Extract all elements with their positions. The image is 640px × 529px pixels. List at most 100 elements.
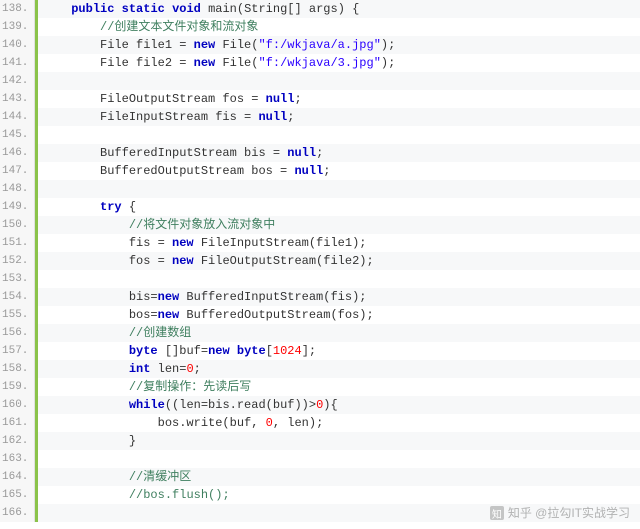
code-token: new xyxy=(194,38,216,52)
code-token: ){ xyxy=(323,398,337,412)
code-token: new xyxy=(194,56,216,70)
code-line: byte []buf=new byte[1024]; xyxy=(38,342,640,360)
code-token: BufferedInputStream(fis); xyxy=(179,290,366,304)
code-token: { xyxy=(122,200,136,214)
code-line: bos.write(buf, 0, len); xyxy=(38,414,640,432)
line-number: 158. xyxy=(2,360,28,378)
code-token xyxy=(42,506,49,520)
code-line: File file2 = new File("f:/wkjava/3.jpg")… xyxy=(38,54,640,72)
line-number: 138. xyxy=(2,0,28,18)
code-token xyxy=(114,2,121,16)
code-token: ; xyxy=(194,362,201,376)
code-token xyxy=(42,74,49,88)
line-number: 163. xyxy=(2,450,28,468)
code-token: null xyxy=(287,146,316,160)
code-token: new xyxy=(158,308,180,322)
line-number: 152. xyxy=(2,252,28,270)
line-number: 150. xyxy=(2,216,28,234)
line-number: 159. xyxy=(2,378,28,396)
code-token: //将文件对象放入流对象中 xyxy=(129,218,275,232)
code-line: BufferedInputStream bis = null; xyxy=(38,144,640,162)
line-number: 141. xyxy=(2,54,28,72)
code-token: BufferedOutputStream bos = xyxy=(42,164,294,178)
line-number: 153. xyxy=(2,270,28,288)
line-number: 155. xyxy=(2,306,28,324)
code-token: void xyxy=(172,2,201,16)
code-token: byte xyxy=(237,344,266,358)
code-token: } xyxy=(42,434,136,448)
code-token xyxy=(230,344,237,358)
code-token xyxy=(42,380,128,394)
code-token: FileOutputStream(file2); xyxy=(194,254,374,268)
code-token: bis= xyxy=(42,290,157,304)
code-token: //清缓冲区 xyxy=(129,470,191,484)
code-token: 0 xyxy=(186,362,193,376)
line-number: 166. xyxy=(2,504,28,522)
code-token xyxy=(42,326,128,340)
line-number: 164. xyxy=(2,468,28,486)
code-line: BufferedOutputStream bos = null; xyxy=(38,162,640,180)
code-token: ]; xyxy=(302,344,316,358)
line-number: 140. xyxy=(2,36,28,54)
code-line: } xyxy=(38,432,640,450)
code-token: ; xyxy=(316,146,323,160)
code-token: fos = xyxy=(42,254,172,268)
code-line: FileInputStream fis = null; xyxy=(38,108,640,126)
code-token: ; xyxy=(294,92,301,106)
code-token xyxy=(42,128,49,142)
code-line: //将文件对象放入流对象中 xyxy=(38,216,640,234)
code-content: public static void main(String[] args) {… xyxy=(35,0,640,522)
code-token: FileInputStream fis = xyxy=(42,110,258,124)
code-token: "f:/wkjava/a.jpg" xyxy=(258,38,380,52)
code-token: new xyxy=(172,254,194,268)
line-number: 162. xyxy=(2,432,28,450)
code-line: while((len=bis.read(buf))>0){ xyxy=(38,396,640,414)
code-token: public xyxy=(71,2,114,16)
line-number: 143. xyxy=(2,90,28,108)
line-number: 146. xyxy=(2,144,28,162)
code-token: len= xyxy=(150,362,186,376)
line-number: 142. xyxy=(2,72,28,90)
code-line xyxy=(38,270,640,288)
line-number: 148. xyxy=(2,180,28,198)
code-line xyxy=(38,126,640,144)
code-line xyxy=(38,72,640,90)
code-line: fis = new FileInputStream(file1); xyxy=(38,234,640,252)
code-line: try { xyxy=(38,198,640,216)
code-token: new xyxy=(172,236,194,250)
code-token: bos= xyxy=(42,308,157,322)
code-token xyxy=(42,272,49,286)
code-token xyxy=(42,344,128,358)
line-number: 139. xyxy=(2,18,28,36)
code-token xyxy=(42,398,128,412)
line-number: 151. xyxy=(2,234,28,252)
code-token: null xyxy=(258,110,287,124)
code-block: 138.139.140.141.142.143.144.145.146.147.… xyxy=(0,0,640,522)
code-line: //创建数组 xyxy=(38,324,640,342)
code-token xyxy=(42,362,128,376)
code-token: int xyxy=(129,362,151,376)
line-number: 157. xyxy=(2,342,28,360)
code-line: //bos.flush(); xyxy=(38,486,640,504)
code-token: File( xyxy=(215,56,258,70)
code-token: bos.write(buf, xyxy=(42,416,265,430)
code-token: new xyxy=(158,290,180,304)
code-token: ((len=bis.read(buf))> xyxy=(165,398,316,412)
code-token xyxy=(42,182,49,196)
code-line: public static void main(String[] args) { xyxy=(38,0,640,18)
code-token: //创建数组 xyxy=(129,326,191,340)
code-token: new xyxy=(208,344,230,358)
code-line: FileOutputStream fos = null; xyxy=(38,90,640,108)
code-token: "f:/wkjava/3.jpg" xyxy=(258,56,380,70)
line-number: 149. xyxy=(2,198,28,216)
code-token xyxy=(42,200,100,214)
code-token: File file2 = xyxy=(42,56,193,70)
line-number: 154. xyxy=(2,288,28,306)
code-token: FileInputStream(file1); xyxy=(194,236,367,250)
code-token xyxy=(42,488,128,502)
code-token xyxy=(42,218,128,232)
code-token: 1024 xyxy=(273,344,302,358)
line-number: 156. xyxy=(2,324,28,342)
code-token: ); xyxy=(381,56,395,70)
code-line xyxy=(38,450,640,468)
